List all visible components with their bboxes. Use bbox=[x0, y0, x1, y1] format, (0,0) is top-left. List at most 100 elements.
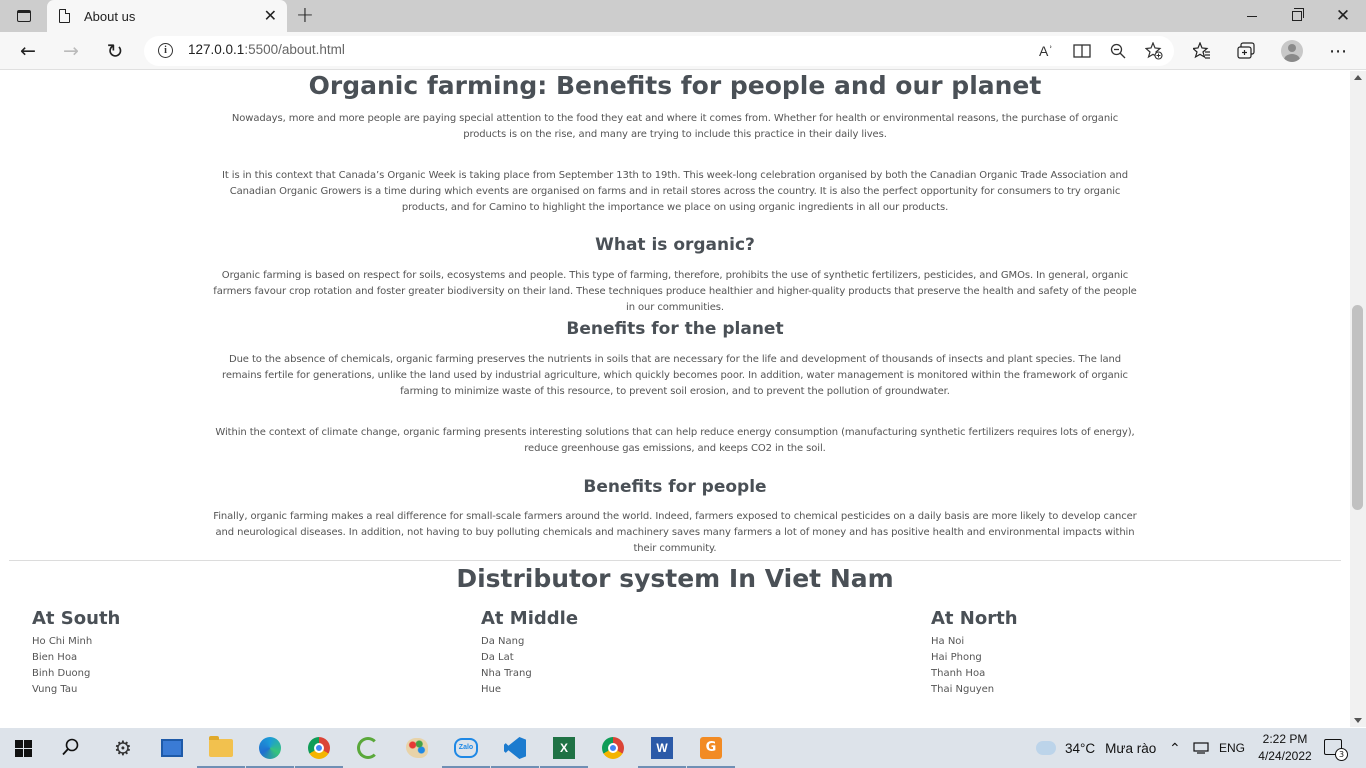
section-divider bbox=[9, 560, 1341, 561]
clock-time: 2:22 PM bbox=[1262, 732, 1308, 746]
close-icon: ✕ bbox=[1335, 6, 1351, 26]
paint-icon bbox=[406, 738, 428, 758]
windows-taskbar: ⚙ Zalo X W G 34°C Mưa rào ⌃ ENG 2:22 PM … bbox=[0, 728, 1366, 768]
address-bar[interactable]: i 127.0.0.1:5500/about.html Aʾ bbox=[144, 36, 1174, 66]
url-path: :5500/about.html bbox=[244, 42, 345, 57]
zalo-app[interactable]: Zalo bbox=[442, 734, 490, 768]
people-paragraph: Finally, organic farming makes a real di… bbox=[213, 511, 1137, 554]
chrome-icon bbox=[602, 737, 624, 759]
add-favorite-icon[interactable] bbox=[1142, 40, 1166, 62]
favorites-icon[interactable] bbox=[1187, 37, 1217, 65]
planet-paragraph-2: Within the context of climate change, or… bbox=[215, 427, 1135, 454]
what-is-organic-paragraph: Organic farming is based on respect for … bbox=[213, 270, 1137, 313]
restore-icon bbox=[1292, 8, 1304, 21]
pdf-app[interactable]: G bbox=[687, 734, 735, 768]
immersive-reader-icon[interactable] bbox=[1070, 40, 1094, 62]
zalo-icon: Zalo bbox=[454, 738, 478, 758]
network-icon[interactable] bbox=[1193, 728, 1209, 768]
what-is-organic-heading: What is organic? bbox=[595, 235, 755, 255]
search-icon[interactable] bbox=[62, 738, 80, 761]
weather-icon bbox=[1033, 737, 1056, 755]
notification-center-icon[interactable]: 3 bbox=[1324, 739, 1348, 761]
notification-count: 3 bbox=[1335, 748, 1348, 761]
temperature: 34°C bbox=[1065, 740, 1096, 756]
vscode-app[interactable] bbox=[491, 734, 539, 768]
browser-tab-bar: About us ✕ + ✕ bbox=[0, 0, 1366, 32]
pdf-icon: G bbox=[700, 737, 722, 759]
capture-app-icon bbox=[161, 739, 183, 757]
tab-actions-icon bbox=[17, 10, 31, 22]
system-clock[interactable]: 2:22 PM 4/24/2022 bbox=[1250, 731, 1320, 765]
reload-button[interactable]: ↻ bbox=[100, 37, 130, 65]
arrow-right-icon: → bbox=[63, 40, 79, 62]
info-icon[interactable]: i bbox=[158, 43, 173, 58]
close-window-button[interactable]: ✕ bbox=[1320, 0, 1366, 32]
page-scrollbar[interactable] bbox=[1350, 71, 1366, 727]
zoom-icon[interactable] bbox=[1106, 40, 1130, 62]
region-south: At South Ho Chi Minh Bien Hoa Binh Duong… bbox=[32, 608, 332, 698]
city-item: Da Nang bbox=[481, 636, 525, 647]
coccoc-icon bbox=[357, 737, 379, 759]
file-explorer-app[interactable] bbox=[197, 734, 245, 768]
edge-icon bbox=[259, 737, 281, 759]
distributor-title: Distributor system In Viet Nam bbox=[456, 564, 894, 593]
folder-icon bbox=[209, 736, 233, 757]
tab-close-button[interactable]: ✕ bbox=[264, 7, 277, 25]
collections-icon[interactable] bbox=[1231, 37, 1261, 65]
planet-benefits-heading: Benefits for the planet bbox=[566, 319, 784, 339]
city-item: Ho Chi Minh bbox=[32, 636, 93, 647]
tab-title: About us bbox=[84, 8, 136, 24]
city-item: Vung Tau bbox=[32, 684, 78, 695]
intro-paragraph-2: It is in this context that Canada’s Orga… bbox=[222, 170, 1128, 213]
city-item: Binh Duong bbox=[32, 668, 91, 679]
scroll-up-arrow-icon[interactable] bbox=[1354, 75, 1362, 80]
city-item: Hai Phong bbox=[931, 652, 982, 663]
region-title: At North bbox=[931, 608, 1018, 629]
profile-avatar[interactable] bbox=[1281, 40, 1303, 62]
capture-app[interactable] bbox=[157, 734, 187, 762]
vscode-icon bbox=[504, 737, 526, 759]
minimize-icon bbox=[1247, 15, 1257, 17]
chrome-icon bbox=[308, 737, 330, 759]
active-tab[interactable]: About us ✕ bbox=[47, 0, 287, 32]
read-aloud-icon[interactable]: Aʾ bbox=[1034, 40, 1058, 62]
url-text[interactable]: 127.0.0.1:5500/about.html bbox=[188, 42, 345, 57]
weather-widget[interactable]: 34°C Mưa rào bbox=[1033, 728, 1156, 768]
gear-icon: ⚙ bbox=[114, 736, 132, 760]
city-item: Hue bbox=[481, 684, 502, 695]
city-item: Nha Trang bbox=[481, 668, 532, 679]
url-host: 127.0.0.1 bbox=[188, 42, 245, 57]
people-benefits-heading: Benefits for people bbox=[583, 477, 767, 497]
coccoc-app[interactable] bbox=[353, 734, 383, 762]
new-tab-button[interactable]: + bbox=[292, 4, 318, 28]
language-indicator[interactable]: ENG bbox=[1219, 728, 1245, 768]
excel-app[interactable]: X bbox=[540, 734, 588, 768]
paint-app[interactable] bbox=[402, 734, 432, 762]
reload-icon: ↻ bbox=[106, 39, 124, 63]
city-item: Bien Hoa bbox=[32, 652, 78, 663]
tab-actions-button[interactable] bbox=[10, 6, 38, 26]
page-icon bbox=[59, 9, 70, 23]
city-item: Ha Noi bbox=[931, 636, 965, 647]
more-menu-icon[interactable]: ⋯ bbox=[1323, 37, 1353, 65]
scroll-thumb[interactable] bbox=[1352, 305, 1363, 510]
region-middle: At Middle Da Nang Da Lat Nha Trang Hue bbox=[481, 608, 781, 698]
region-title: At South bbox=[32, 608, 121, 629]
region-north: At North Ha Noi Hai Phong Thanh Hoa Thai… bbox=[931, 608, 1231, 698]
start-button[interactable] bbox=[15, 740, 32, 757]
clock-date: 4/24/2022 bbox=[1258, 749, 1312, 763]
region-title: At Middle bbox=[481, 608, 579, 629]
minimize-button[interactable] bbox=[1229, 0, 1275, 32]
settings-app[interactable]: ⚙ bbox=[108, 734, 138, 762]
back-button[interactable]: ← bbox=[13, 37, 43, 65]
city-item: Da Lat bbox=[481, 652, 514, 663]
intro-paragraph-1: Nowadays, more and more people are payin… bbox=[231, 113, 1119, 140]
restore-button[interactable] bbox=[1274, 0, 1320, 32]
forward-button[interactable]: → bbox=[56, 37, 86, 65]
edge-app[interactable] bbox=[246, 734, 294, 768]
scroll-down-arrow-icon[interactable] bbox=[1354, 718, 1362, 723]
chrome-app[interactable] bbox=[295, 734, 343, 768]
tray-overflow-icon[interactable]: ⌃ bbox=[1169, 728, 1181, 768]
chrome-app-2[interactable] bbox=[598, 734, 628, 762]
word-app[interactable]: W bbox=[638, 734, 686, 768]
